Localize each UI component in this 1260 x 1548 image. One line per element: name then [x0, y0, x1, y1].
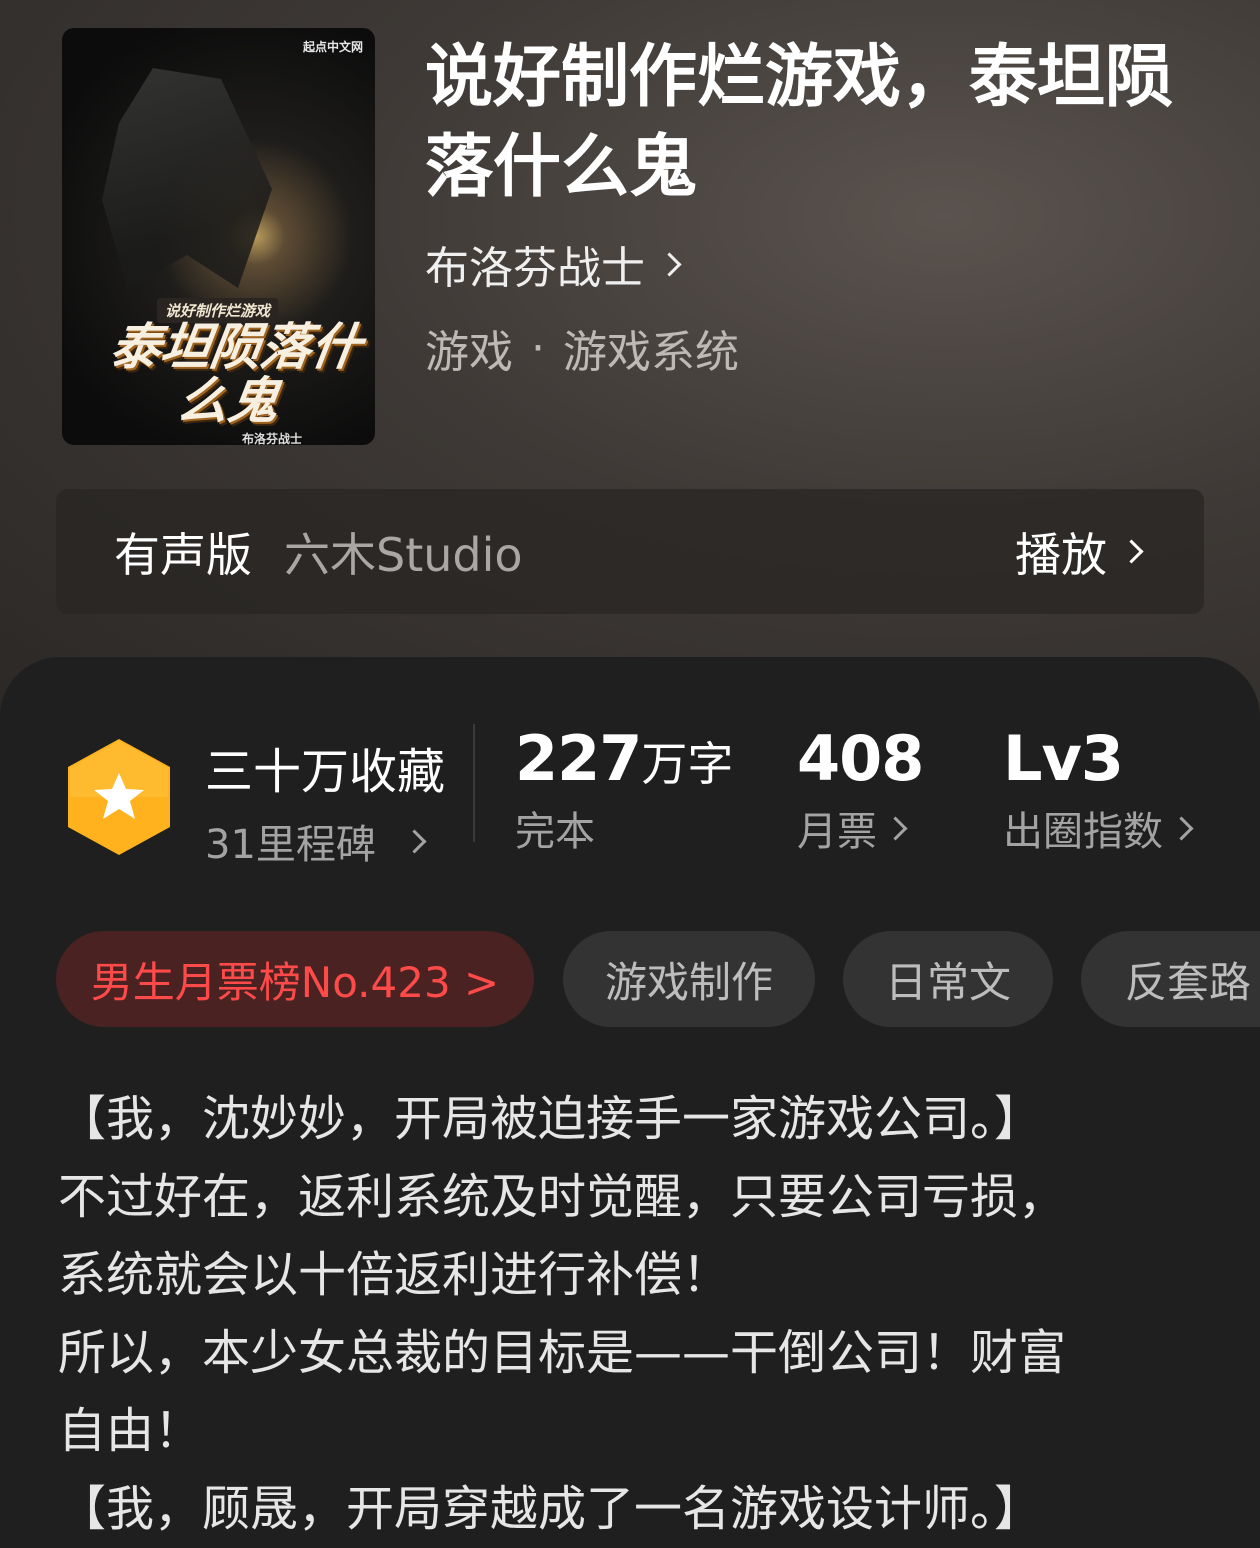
play-button[interactable]: 播放 [1015, 519, 1144, 585]
synopsis-line: 【我，沈妙妙，开局被迫接手一家游戏公司。】 [58, 1091, 1043, 1147]
audio-studio: 六木Studio [284, 527, 523, 582]
audio-version-bar[interactable]: 有声版 六木Studio 播放 [56, 489, 1204, 614]
chevron-right-icon [1119, 539, 1144, 564]
rank-tag[interactable]: 男生月票榜No.423 > [56, 931, 534, 1027]
word-count-stat: 227万字 完本 [515, 722, 733, 857]
monthly-votes-stat[interactable]: 408 月票 [797, 722, 924, 857]
milestone-count: 31里程碑 [205, 822, 376, 868]
chevron-right-icon [883, 815, 908, 841]
cover-art-mech [102, 68, 272, 288]
book-title: 说好制作烂游戏，泰坦陨落什么鬼 [425, 37, 1174, 207]
milestone-link[interactable]: 31里程碑 [205, 812, 445, 870]
chevron-right-icon [657, 251, 682, 277]
word-count-value: 227 [515, 722, 642, 795]
genre-primary[interactable]: 游戏 [425, 316, 513, 380]
popularity-stat[interactable]: Lv3 出圈指数 [1003, 722, 1194, 857]
synopsis-line: 自由！ [58, 1403, 203, 1459]
synopsis-line: 所以，本少女总裁的目标是——干倒公司！财富 [58, 1325, 1067, 1381]
author-link[interactable]: 布洛芬战士 [425, 232, 682, 296]
tag-game-making[interactable]: 游戏制作 [563, 931, 815, 1027]
popularity-label: 出圈指数 [1003, 809, 1163, 855]
monthly-votes-value: 408 [797, 722, 924, 795]
collection-count: 三十万收藏 [205, 744, 446, 800]
chevron-right-icon [402, 828, 427, 854]
stats-divider [473, 724, 475, 842]
genre-line: 游戏 · 游戏系统 [425, 316, 739, 380]
monthly-votes-label: 月票 [797, 809, 877, 855]
popularity-level: Lv3 [1003, 722, 1124, 795]
audio-label: 有声版 [114, 527, 252, 582]
cover-publisher: 起点中文网 [302, 40, 363, 54]
cover-author: 布洛芬战士 [242, 432, 303, 445]
play-label: 播放 [1015, 527, 1107, 582]
star-hexagon-icon[interactable] [64, 737, 174, 857]
genre-secondary[interactable]: 游戏系统 [563, 316, 739, 380]
synopsis-line: 系统就会以十倍返利进行补偿！ [58, 1247, 731, 1303]
tag-anti-trope[interactable]: 反套路 [1081, 931, 1260, 1027]
tag-daily[interactable]: 日常文 [843, 931, 1053, 1027]
word-count-unit: 万字 [641, 737, 734, 791]
synopsis[interactable]: 【我，沈妙妙，开局被迫接手一家游戏公司。】 不过好在，返利系统及时觉醒，只要公司… [58, 1080, 1208, 1548]
genre-separator: · [531, 322, 545, 374]
synopsis-line: 不过好在，返利系统及时觉醒，只要公司亏损， [58, 1169, 1067, 1225]
collection-stat[interactable]: 三十万收藏 31里程碑 [205, 732, 445, 870]
book-status: 完本 [515, 809, 595, 855]
cover-big-title: 泰坦陨落什么鬼 [106, 318, 365, 430]
author-name: 布洛芬战士 [425, 243, 645, 294]
book-header: 起点中文网 说好制作烂游戏 泰坦陨落什么鬼 布洛芬战士 说好制作烂游戏，泰坦陨落… [0, 0, 1260, 720]
chevron-right-icon [1169, 815, 1194, 841]
synopsis-line: 【我，顾晟，开局穿越成了一名游戏设计师。】 [58, 1481, 1043, 1537]
book-cover[interactable]: 起点中文网 说好制作烂游戏 泰坦陨落什么鬼 布洛芬战士 [62, 28, 375, 445]
